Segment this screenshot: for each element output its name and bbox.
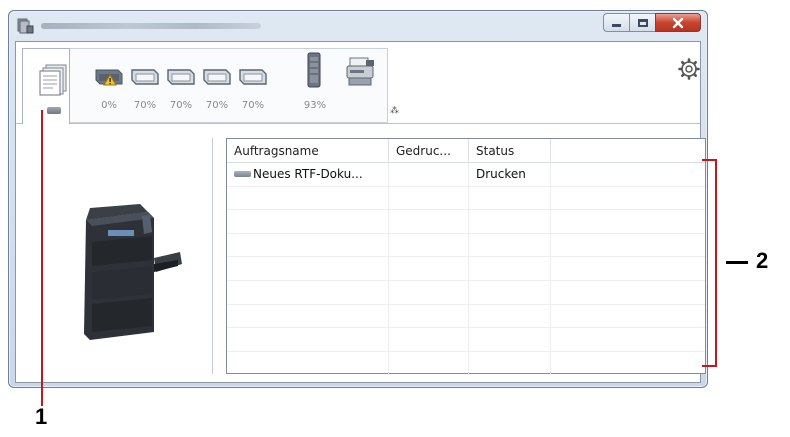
column-header-job-name[interactable]: Auftragsname: [227, 139, 389, 163]
job-printed-cell: [389, 351, 469, 375]
paper-tray-4-icon: [203, 69, 231, 85]
job-printed-cell: [389, 328, 469, 352]
job-status-cell: [469, 233, 551, 257]
job-extra-cell: [551, 328, 705, 351]
job-extra-cell: [551, 352, 705, 375]
tray-2-level: 70%: [133, 100, 157, 111]
toner-cartridge-icon: [307, 52, 321, 88]
job-printed-cell: [389, 280, 469, 304]
maximize-button[interactable]: [629, 13, 655, 32]
job-name-cell: [227, 280, 389, 304]
minimize-button[interactable]: [603, 13, 629, 32]
table-row: [227, 328, 705, 352]
job-name-cell: [227, 304, 389, 328]
job-printed-cell: [389, 233, 469, 257]
table-row: [227, 210, 705, 234]
pane-divider[interactable]: [212, 138, 213, 374]
job-printed-cell: [389, 210, 469, 234]
printer-image: [84, 204, 182, 340]
window-title: [41, 19, 261, 33]
column-header-printed[interactable]: Gedruc...: [389, 139, 469, 163]
paper-tray-2-icon: [131, 69, 159, 85]
job-status-cell: [469, 186, 551, 210]
job-extra-cell: [551, 234, 705, 257]
job-printed-cell: [389, 163, 469, 186]
table-row: [227, 304, 705, 329]
gear-icon[interactable]: [678, 58, 700, 80]
table-row: [227, 257, 705, 281]
callout-1-number: 1: [35, 404, 48, 429]
table-row: [227, 186, 705, 211]
network-icon: ⁂: [390, 106, 399, 116]
callout-2-dash: [726, 261, 748, 264]
document-chip-icon: [47, 107, 61, 114]
paper-tray-3-icon: [167, 69, 195, 85]
callout-1-line: [41, 110, 43, 406]
job-list-rows: Neues RTF-Doku... Drucken: [227, 163, 705, 375]
document-stack-icon: [39, 64, 67, 96]
job-status-cell: Drucken: [469, 163, 551, 186]
table-row: [227, 233, 705, 258]
job-list[interactable]: Auftragsname Gedruc... Status Neues RTF-…: [226, 138, 706, 375]
table-row: [227, 280, 705, 305]
job-status-cell: [469, 304, 551, 328]
job-name-cell: [227, 233, 389, 257]
toner-level: 93%: [303, 100, 327, 111]
job-printed-cell: [389, 186, 469, 210]
table-row[interactable]: Neues RTF-Doku... Drucken: [227, 163, 705, 187]
document-icon: [234, 170, 251, 177]
client-area: 0% 70% 70% 70% 70% 93% ⁂ Auftragsname Ge…: [15, 41, 706, 383]
title-bar[interactable]: [9, 11, 707, 41]
job-extra-cell: [551, 187, 705, 210]
job-extra-cell: [551, 163, 705, 186]
paper-tray-1-icon: [95, 69, 123, 86]
close-button[interactable]: [655, 13, 701, 32]
tray-4-level: 70%: [205, 100, 229, 111]
minimize-icon: [612, 24, 621, 27]
job-name: Neues RTF-Doku...: [253, 167, 363, 181]
job-status-cell: [469, 351, 551, 375]
job-name-cell: Neues RTF-Doku...: [227, 163, 389, 186]
job-status-cell: [469, 280, 551, 304]
close-icon: [672, 17, 684, 28]
job-extra-cell: [551, 257, 705, 280]
callout-2-bracket: [702, 159, 717, 367]
job-name-cell: [227, 328, 389, 352]
status-toolbar: 0% 70% 70% 70% 70% 93% ⁂: [16, 42, 700, 124]
job-status-cell: [469, 257, 551, 281]
column-header-empty: [551, 139, 705, 163]
tray-5-level: 70%: [241, 100, 265, 111]
job-extra-cell: [551, 305, 705, 328]
paper-tray-5-icon: [239, 69, 267, 85]
job-name-cell: [227, 351, 389, 375]
tab-jobs[interactable]: [22, 48, 70, 124]
caption-buttons: [603, 13, 701, 33]
printer-app-icon: [17, 18, 34, 34]
job-list-header: Auftragsname Gedruc... Status: [227, 139, 705, 163]
column-header-status[interactable]: Status: [469, 139, 551, 163]
status-monitor-window: 0% 70% 70% 70% 70% 93% ⁂ Auftragsname Ge…: [8, 10, 708, 388]
callout-2-number: 2: [756, 248, 769, 273]
job-name-cell: [227, 210, 389, 234]
job-name-cell: [227, 257, 389, 281]
job-name-cell: [227, 186, 389, 210]
tray-3-level: 70%: [169, 100, 193, 111]
job-status-cell: [469, 328, 551, 352]
job-status-cell: [469, 210, 551, 234]
maximize-icon: [637, 18, 648, 27]
job-printed-cell: [389, 304, 469, 328]
job-extra-cell: [551, 210, 705, 233]
job-extra-cell: [551, 281, 705, 304]
table-row: [227, 351, 705, 376]
job-printed-cell: [389, 257, 469, 281]
printer-device-icon[interactable]: [344, 56, 378, 88]
tray-1-level: 0%: [101, 100, 117, 111]
